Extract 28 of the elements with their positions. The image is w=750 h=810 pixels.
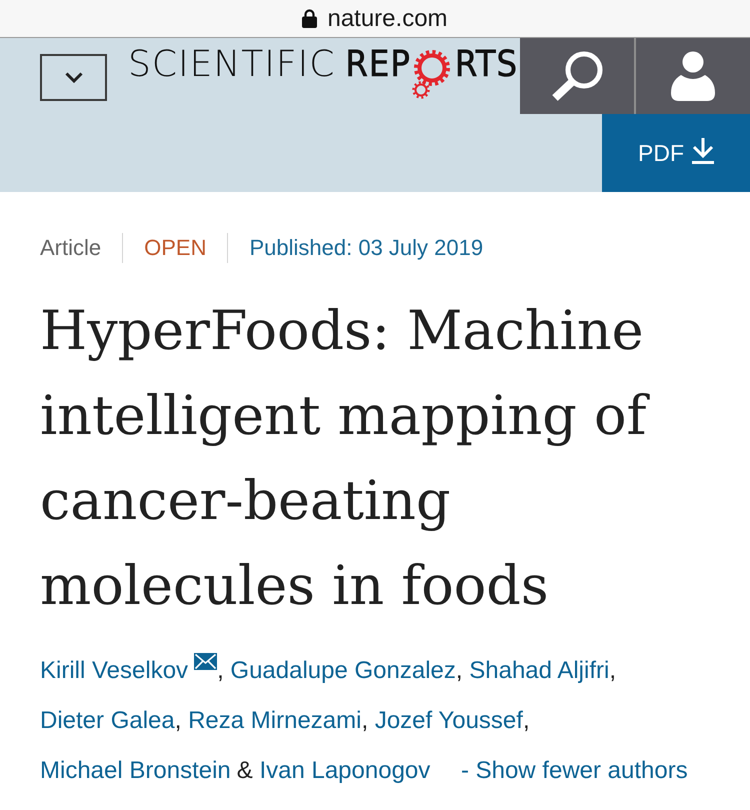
url-text: nature.com [327, 4, 448, 32]
published-date: Published: 03 July 2019 [227, 233, 484, 263]
article-type-label: Article [40, 234, 102, 262]
author-link[interactable]: Ivan Laponogov [259, 757, 430, 784]
show-fewer-authors-link[interactable]: - Show fewer authors [460, 757, 688, 784]
author-link[interactable]: Guadalupe Gonzalez [230, 657, 456, 684]
download-icon [692, 138, 714, 164]
search-button[interactable] [520, 38, 634, 114]
dropdown-button[interactable] [40, 54, 107, 101]
search-icon [550, 50, 604, 102]
user-icon [671, 51, 715, 101]
article-title: HyperFoods: Machine intelligent mapping of cancer-beating molecules in foods [40, 288, 730, 628]
logo-text[interactable]: REP [345, 47, 411, 83]
author-link[interactable]: Reza Mirnezami [188, 707, 362, 734]
open-access-label: OPEN [122, 233, 228, 263]
logo-text[interactable]: SCIENTIFIC [128, 47, 336, 83]
logo-text[interactable]: RTS [454, 47, 518, 83]
author-link[interactable]: Shahad Aljifri [469, 657, 610, 684]
author-link[interactable]: Michael Bronstein [40, 757, 231, 784]
author-link[interactable]: Kirill Veselkov [40, 657, 188, 684]
chevron-icon [64, 72, 82, 83]
author-link[interactable]: Jozef Youssef [374, 707, 523, 734]
author-list: Kirill Veselkov , Guadalupe Gonzalez, Shahad Aljifri, Dieter Galea, Reza Mirnezami, Jozef Youssef, Michael Bronstein & Ivan Laponogov - Show fewer authors [40, 646, 730, 796]
author-link[interactable]: Dieter Galea [40, 707, 175, 734]
account-button[interactable] [634, 38, 750, 114]
address-bar[interactable]: nature.com [0, 0, 750, 38]
envelope-icon[interactable] [194, 653, 218, 670]
pdf-download-button[interactable]: PDF [602, 114, 750, 192]
